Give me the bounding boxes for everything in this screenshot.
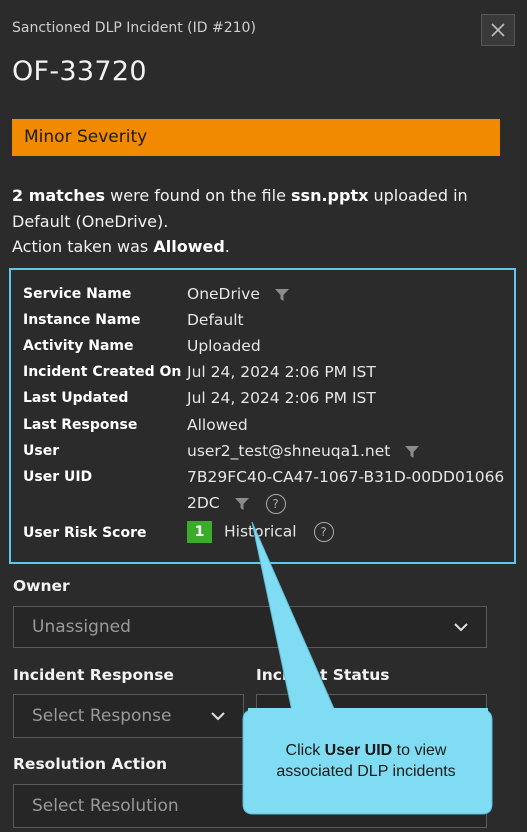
detail-label: Last Updated	[23, 390, 129, 406]
incident-response-placeholder: Select Response	[32, 706, 172, 726]
resolution-action-select[interactable]: Select Resolution	[13, 784, 487, 828]
filter-icon[interactable]	[274, 288, 289, 301]
action-taken: Allowed	[153, 237, 225, 256]
panel-title: Sanctioned DLP Incident (ID #210)	[12, 20, 256, 36]
owner-value: Unassigned	[32, 617, 131, 637]
help-icon[interactable]: ?	[265, 493, 286, 514]
incident-status-select[interactable]	[256, 694, 487, 738]
incident-status-label: Incident Status	[256, 666, 390, 684]
risk-level: Historical	[224, 522, 297, 541]
detail-label: User UID	[23, 469, 93, 485]
resolution-placeholder: Select Resolution	[32, 796, 179, 816]
callout-text: Click User UID to view associated DLP in…	[250, 740, 482, 782]
instance-name-value: Default	[187, 311, 244, 329]
owner-select[interactable]: Unassigned	[13, 606, 487, 648]
incident-response-label: Incident Response	[13, 666, 174, 684]
callout-prefix: Click	[285, 742, 325, 759]
detail-label: Instance Name	[23, 312, 141, 328]
filter-icon[interactable]	[234, 497, 249, 510]
risk-score-badge: 1	[187, 521, 212, 543]
owner-label: Owner	[13, 577, 70, 595]
incident-details-panel: Service Name OneDrive Instance Name Defa…	[9, 268, 516, 564]
action-suffix: .	[224, 237, 230, 256]
close-button[interactable]	[481, 14, 515, 46]
summary-text: were found on the file	[105, 186, 292, 205]
detail-label: User Risk Score	[23, 525, 147, 541]
callout-highlight: User UID	[324, 742, 393, 759]
chevron-down-icon	[454, 623, 468, 632]
chevron-down-icon	[211, 712, 225, 721]
severity-banner: Minor Severity	[12, 119, 500, 156]
user-uid-value-cont[interactable]: 2DC	[187, 494, 220, 512]
resolution-action-label: Resolution Action	[13, 755, 168, 773]
detail-label: Service Name	[23, 286, 132, 302]
activity-name-value: Uploaded	[187, 337, 261, 355]
detail-label: User	[23, 443, 60, 459]
incident-id: OF-33720	[12, 56, 147, 87]
file-name: ssn.pptx	[291, 186, 369, 205]
detail-value-container: user2_test@shneuqa1.net	[187, 442, 420, 460]
service-name-value: OneDrive	[187, 285, 260, 303]
last-response-value: Allowed	[187, 416, 248, 434]
incident-summary: 2 matches were found on the file ssn.ppt…	[12, 183, 512, 260]
detail-label: Last Response	[23, 417, 138, 433]
close-icon	[491, 23, 505, 37]
detail-value-container: 1 Historical ?	[187, 521, 334, 543]
action-prefix: Action taken was	[12, 237, 154, 256]
incident-response-select[interactable]: Select Response	[13, 694, 244, 738]
match-count: 2 matches	[12, 186, 106, 205]
detail-label: Incident Created On	[23, 364, 182, 380]
detail-value-container: 7B29FC40-CA47-1067-B31D-00DD01066 2DC ?	[187, 464, 504, 516]
user-uid-value[interactable]: 7B29FC40-CA47-1067-B31D-00DD01066	[187, 468, 504, 486]
detail-label: Activity Name	[23, 338, 134, 354]
filter-icon[interactable]	[405, 445, 420, 458]
severity-label: Minor Severity	[24, 127, 148, 147]
last-updated-value: Jul 24, 2024 2:06 PM IST	[187, 389, 376, 407]
help-icon[interactable]: ?	[313, 522, 334, 542]
detail-value-container: OneDrive	[187, 285, 289, 303]
user-value[interactable]: user2_test@shneuqa1.net	[187, 442, 390, 460]
created-on-value: Jul 24, 2024 2:06 PM IST	[187, 363, 376, 381]
